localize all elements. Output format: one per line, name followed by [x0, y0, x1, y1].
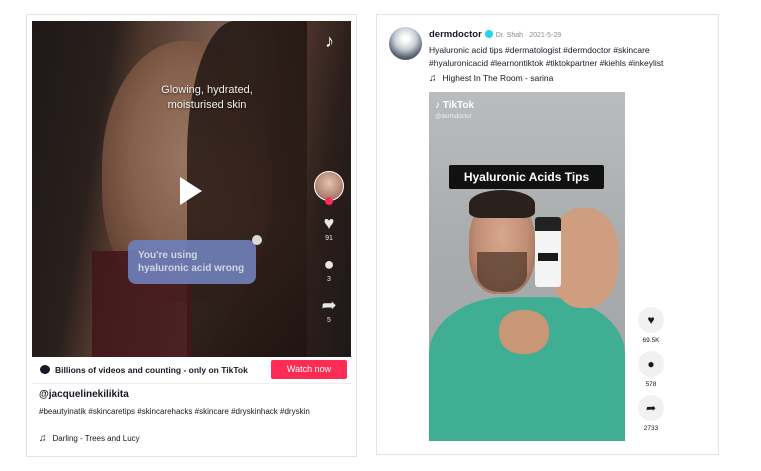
left-music-title: Darling - Trees and Lucy — [52, 434, 140, 443]
video-beard-visual — [477, 252, 527, 292]
video-overlay-caption: Glowing, hydrated, moisturised skin — [161, 84, 253, 111]
right-music-link[interactable]: ♫ Highest In The Room - sarina — [429, 73, 553, 84]
serum-bottle-visual — [535, 217, 561, 287]
follow-plus-icon[interactable] — [325, 197, 333, 205]
share-icon[interactable]: ➦ — [312, 295, 346, 315]
right-caption: Hyaluronic acid tips #dermatologist #der… — [429, 45, 664, 68]
left-video-card: Glowing, hydrated, moisturised skin You'… — [26, 14, 357, 457]
watermark-handle: @dermdoctor — [435, 114, 472, 120]
right-action-rail: ♥ 69.5K ● 578 ➦ 2733 — [633, 307, 669, 439]
comment-icon[interactable]: ● — [312, 254, 346, 274]
like-count: 91 — [325, 235, 333, 242]
tiktok-brand-text: TikTok — [442, 100, 475, 111]
like-count: 69.5K — [642, 337, 660, 344]
right-video-player[interactable]: ♪ TikTok @dermdoctor Hyaluronic Acids Ti… — [429, 92, 625, 441]
bubble-pin-icon — [252, 235, 262, 245]
left-action-rail: ♥ 91 ● 3 ➦ 5 — [312, 171, 346, 324]
chat-bubble-icon — [40, 365, 50, 374]
share-count: 2733 — [643, 425, 659, 432]
music-note-icon: ♫ — [429, 73, 437, 84]
left-music-link[interactable]: ♫ Darling - Trees and Lucy — [39, 433, 140, 444]
creator-avatar[interactable] — [314, 171, 344, 205]
share-count: 5 — [327, 317, 331, 324]
comment-icon[interactable]: ● — [638, 351, 664, 377]
video-hair-visual — [469, 190, 535, 218]
comment-count: 3 — [327, 276, 331, 283]
right-username[interactable]: dermdoctor — [429, 29, 482, 40]
left-hashtags[interactable]: #beautyinatik #skincaretips #skincarehac… — [39, 406, 339, 418]
play-icon[interactable] — [180, 177, 202, 205]
watch-bar: Billions of videos and counting - only o… — [32, 357, 351, 384]
verified-icon — [484, 30, 493, 38]
share-icon[interactable]: ➦ — [638, 395, 664, 421]
heart-icon[interactable]: ♥ — [312, 213, 346, 233]
left-video-player[interactable]: Glowing, hydrated, moisturised skin You'… — [32, 21, 351, 357]
dermdoctor-avatar[interactable] — [389, 27, 422, 60]
right-music-title: Highest In The Room - sarina — [442, 73, 554, 83]
video-title-box: Hyaluronic Acids Tips — [449, 165, 604, 189]
post-header: dermdoctor Dr. Shah · 2021-5-29 — [429, 29, 561, 40]
watch-now-button[interactable]: Watch now — [271, 360, 347, 379]
heart-icon[interactable]: ♥ — [638, 307, 664, 333]
music-note-icon: ♫ — [39, 433, 47, 444]
watch-bar-text: Billions of videos and counting - only o… — [55, 365, 248, 375]
video-chin-hand-visual — [499, 310, 549, 354]
bubble-text: You're using hyaluronic acid wrong — [138, 250, 245, 274]
tiktok-watermark: ♪ TikTok — [435, 100, 475, 111]
bottle-label-visual — [538, 253, 558, 261]
right-video-card: dermdoctor Dr. Shah · 2021-5-29 Hyaluroni… — [376, 14, 719, 455]
post-meta: Dr. Shah · 2021-5-29 — [495, 32, 562, 39]
comment-count: 578 — [645, 381, 657, 388]
left-username[interactable]: @jacquelinekilikita — [39, 389, 129, 400]
tiktok-logo-icon: ♪ — [325, 31, 334, 51]
video-text-bubble: You're using hyaluronic acid wrong — [128, 235, 262, 284]
